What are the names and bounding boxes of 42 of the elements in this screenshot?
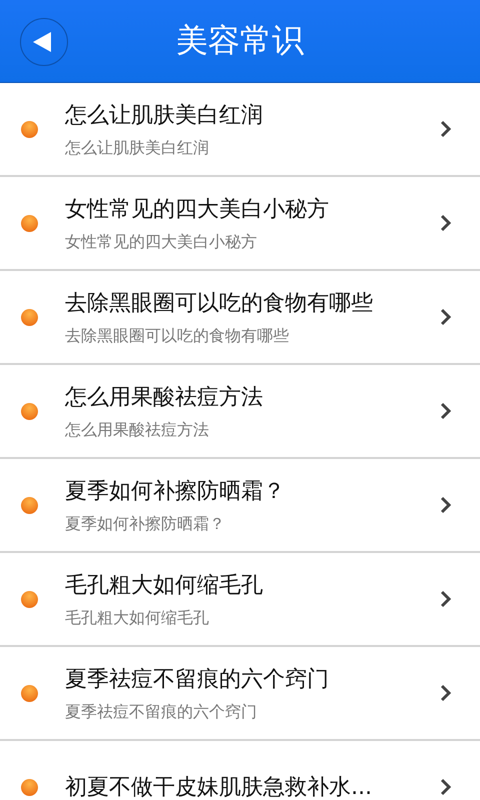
bullet-icon (21, 778, 38, 796)
list-item[interactable]: 夏季祛痘不留痕的六个窍门 夏季祛痘不留痕的六个窍门 (0, 647, 480, 741)
item-title: 毛孔粗大如何缩毛孔 (65, 572, 264, 600)
item-title: 怎么用果酸祛痘方法 (65, 384, 264, 412)
chevron-icon (440, 684, 452, 702)
item-title: 女性常见的四大美白小秘方 (65, 196, 330, 224)
item-subtitle: 怎么让肌肤美白红润 (65, 138, 210, 158)
list-item[interactable]: 去除黑眼圈可以吃的食物有哪些 去除黑眼圈可以吃的食物有哪些 (0, 271, 480, 365)
list-item[interactable]: 女性常见的四大美白小秘方 女性常见的四大美白小秘方 (0, 177, 480, 271)
item-subtitle: 怎么用果酸祛痘方法 (65, 420, 210, 440)
item-title: 夏季如何补擦防晒霜？ (65, 478, 286, 506)
list-item[interactable]: 夏季如何补擦防晒霜？ 夏季如何补擦防晒霜？ (0, 459, 480, 553)
item-subtitle: 夏季祛痘不留痕的六个窍门 (65, 702, 258, 722)
bullet-icon (21, 590, 38, 608)
item-title: 夏季祛痘不留痕的六个窍门 (65, 666, 330, 694)
back-button[interactable] (20, 18, 68, 66)
item-subtitle: 女性常见的四大美白小秘方 (65, 232, 258, 252)
chevron-icon (440, 120, 452, 138)
item-subtitle: 夏季如何补擦防晒霜？ (65, 514, 226, 534)
bullet-icon (21, 308, 38, 326)
chevron-icon (440, 308, 452, 326)
bullet-icon (21, 402, 38, 420)
chevron-icon (440, 778, 452, 796)
chevron-icon (440, 496, 452, 514)
item-title: 怎么让肌肤美白红润 (65, 102, 264, 130)
chevron-icon (440, 402, 452, 420)
item-subtitle: 毛孔粗大如何缩毛孔 (65, 608, 210, 628)
list-item[interactable]: 怎么让肌肤美白红润 怎么让肌肤美白红润 (0, 83, 480, 177)
chevron-icon (440, 214, 452, 232)
bullet-icon (21, 214, 38, 232)
item-subtitle: 去除黑眼圈可以吃的食物有哪些 (65, 326, 290, 346)
list-item[interactable]: 怎么用果酸祛痘方法 怎么用果酸祛痘方法 (0, 365, 480, 459)
list-item[interactable]: 初夏不做干皮妹肌肤急救补水... (0, 741, 480, 800)
bullet-icon (21, 120, 38, 138)
list-item[interactable]: 毛孔粗大如何缩毛孔 毛孔粗大如何缩毛孔 (0, 553, 480, 647)
bullet-icon (21, 684, 38, 702)
item-title: 初夏不做干皮妹肌肤急救补水... (65, 774, 373, 800)
page-title: 美容常识 (176, 20, 304, 61)
item-title: 去除黑眼圈可以吃的食物有哪些 (65, 290, 374, 318)
back-icon (31, 30, 53, 54)
chevron-icon (440, 590, 452, 608)
bullet-icon (21, 496, 38, 514)
